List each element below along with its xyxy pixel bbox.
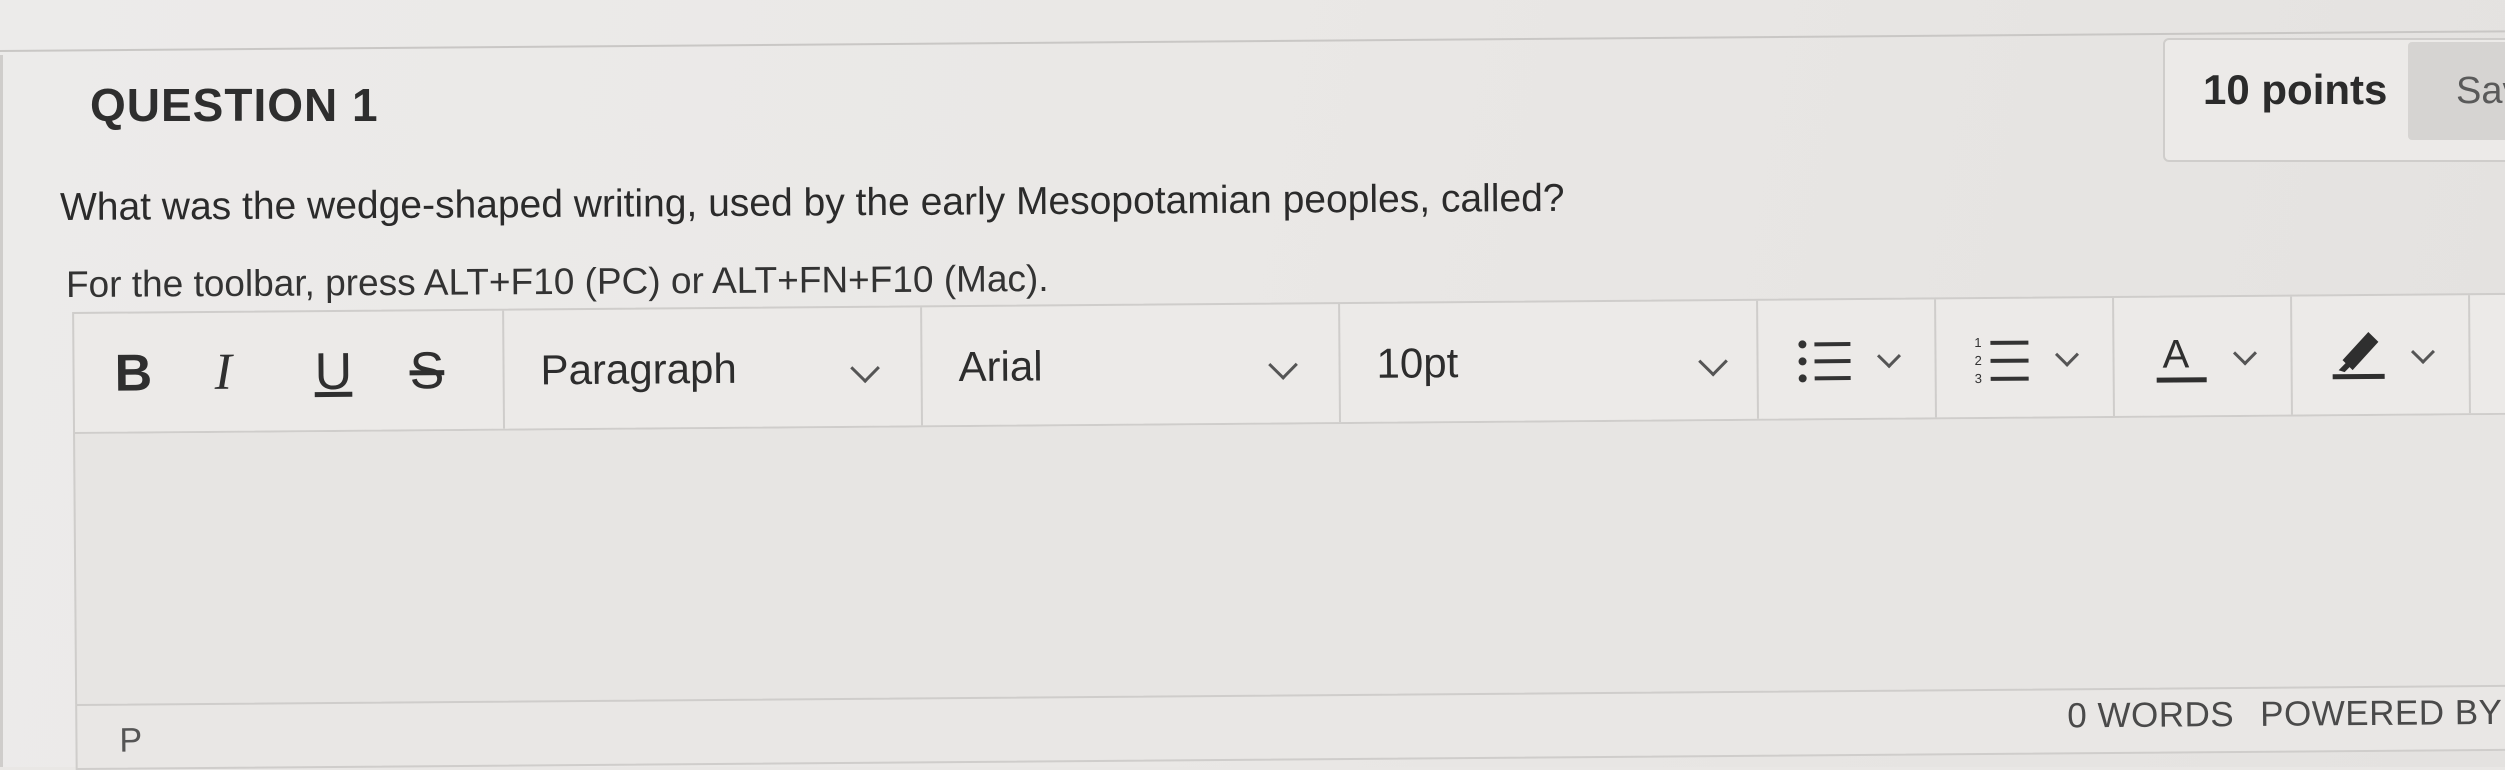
highlight-icon <box>2332 331 2385 380</box>
italic-button[interactable]: I <box>214 343 232 403</box>
word-count[interactable]: 0 WORDS <box>2067 695 2234 735</box>
svg-text:1: 1 <box>1974 335 1981 350</box>
font-family-select[interactable]: Arial <box>922 304 1341 426</box>
status-right: 0 WORDS POWERED BY TINY <box>2067 692 2505 736</box>
answer-text-area[interactable] <box>73 414 2505 704</box>
font-size-select[interactable]: 10pt <box>1340 300 1759 423</box>
chevron-down-icon <box>1876 344 1902 369</box>
chevron-down-icon <box>1698 346 1728 377</box>
text-color-button[interactable]: A <box>2114 296 2293 416</box>
question-prompt: What was the wedge-shaped writing, used … <box>59 176 1565 229</box>
editor-toolbar: B I U S Paragraph Arial 10pt 1 2 3 A <box>72 292 2505 434</box>
chevron-down-icon <box>1268 350 1298 380</box>
chevron-down-icon <box>2054 342 2080 367</box>
text-color-icon: A <box>2156 332 2207 383</box>
underline-button[interactable]: U <box>314 342 352 402</box>
rich-text-editor: B I U S Paragraph Arial 10pt 1 2 3 A P 0… <box>72 281 2505 770</box>
question-title: QUESTION 1 <box>90 79 379 131</box>
block-format-value: Paragraph <box>540 344 737 394</box>
bold-button[interactable]: B <box>114 343 152 403</box>
bullet-list-button[interactable] <box>1758 299 1937 419</box>
points-value: 10 points <box>2203 66 2388 113</box>
font-family-value: Arial <box>958 342 1043 391</box>
svg-text:A: A <box>2162 332 2189 376</box>
bullet-list-icon <box>1798 340 1851 383</box>
text-format-group: B I U S <box>74 310 506 432</box>
chevron-down-icon <box>2410 340 2436 365</box>
chevron-down-icon <box>850 353 880 384</box>
svg-text:3: 3 <box>1975 371 1982 386</box>
svg-text:2: 2 <box>1974 353 1981 368</box>
powered-by-link[interactable]: POWERED BY TINY <box>2260 692 2505 734</box>
left-border <box>0 55 3 767</box>
save-answer-button[interactable]: Save Answer <box>2408 42 2505 140</box>
block-format-select[interactable]: Paragraph <box>504 307 924 429</box>
element-path[interactable]: P <box>119 721 142 760</box>
chevron-down-icon <box>2232 341 2258 366</box>
numbered-list-icon: 1 2 3 <box>1974 335 2029 386</box>
highlight-color-button[interactable] <box>2292 295 2471 415</box>
strikethrough-button[interactable]: S <box>409 341 444 401</box>
numbered-list-button[interactable]: 1 2 3 <box>1936 297 2115 418</box>
font-size-value: 10pt <box>1376 339 1459 387</box>
